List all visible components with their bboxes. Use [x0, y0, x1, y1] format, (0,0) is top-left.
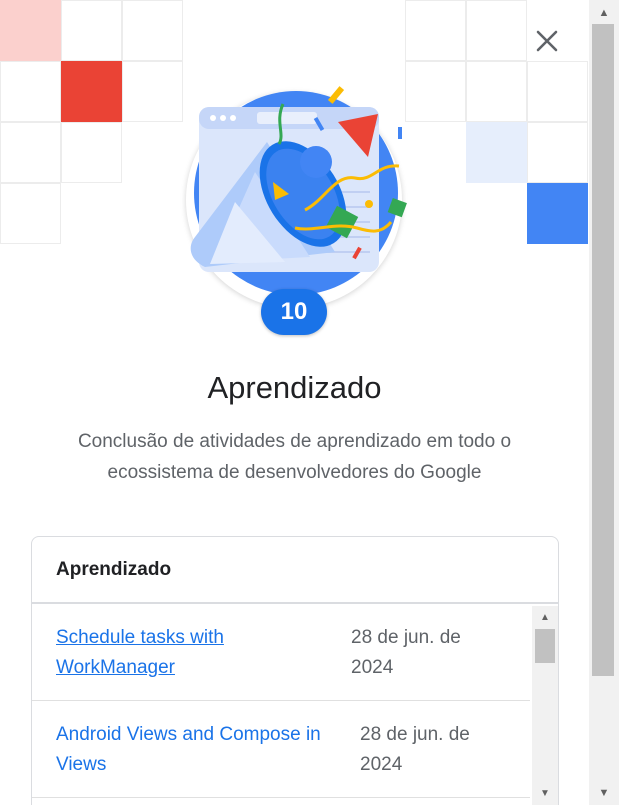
- deco-square: [61, 0, 122, 61]
- card-scrollbar[interactable]: ▲ ▼: [532, 606, 558, 805]
- scroll-up-arrow-icon[interactable]: ▲: [532, 608, 558, 626]
- deco-square: [122, 61, 183, 122]
- deco-square: [0, 0, 61, 61]
- page-scrollbar[interactable]: ▲ ▼: [589, 0, 619, 805]
- deco-square: [0, 61, 61, 122]
- activity-date: 28 de jun. de 2024: [351, 627, 461, 678]
- deco-square: [405, 0, 466, 61]
- close-button[interactable]: [528, 22, 566, 60]
- close-icon: [536, 30, 558, 52]
- party-popper-icon: [190, 86, 407, 295]
- activity-list: Schedule tasks with WorkManager 28 de ju…: [32, 604, 530, 798]
- dialog-description: Conclusão de atividades de aprendizado e…: [77, 431, 512, 483]
- learning-card: Aprendizado Schedule tasks with WorkMana…: [31, 536, 559, 805]
- deco-square: [527, 61, 588, 122]
- deco-square: [527, 122, 588, 183]
- deco-square: [61, 61, 122, 122]
- badge-count: 10: [261, 289, 327, 335]
- scroll-up-arrow-icon[interactable]: ▲: [589, 2, 619, 24]
- page-scrollbar-thumb[interactable]: [592, 24, 614, 676]
- deco-square: [122, 0, 183, 61]
- list-item: Schedule tasks with WorkManager 28 de ju…: [32, 604, 530, 701]
- achievement-dialog: 10 Aprendizado Conclusão de atividades d…: [0, 0, 589, 805]
- activity-date: 28 de jun. de 2024: [360, 724, 470, 775]
- scroll-down-arrow-icon[interactable]: ▼: [532, 784, 558, 802]
- deco-square: [405, 61, 466, 122]
- dialog-title: Aprendizado: [207, 370, 382, 405]
- list-item: Android Views and Compose in Views 28 de…: [32, 701, 530, 798]
- deco-square: [466, 0, 527, 61]
- deco-square: [527, 183, 588, 244]
- deco-square: [466, 61, 527, 122]
- activity-link[interactable]: Android Views and Compose in Views: [56, 720, 356, 780]
- activity-link[interactable]: Schedule tasks with WorkManager: [56, 623, 348, 683]
- card-header: Aprendizado: [32, 537, 558, 604]
- deco-square: [0, 183, 61, 244]
- scroll-down-arrow-icon[interactable]: ▼: [589, 782, 619, 804]
- deco-square: [61, 122, 122, 183]
- card-scrollbar-thumb[interactable]: [535, 629, 555, 663]
- deco-square: [0, 122, 61, 183]
- deco-square: [466, 122, 527, 183]
